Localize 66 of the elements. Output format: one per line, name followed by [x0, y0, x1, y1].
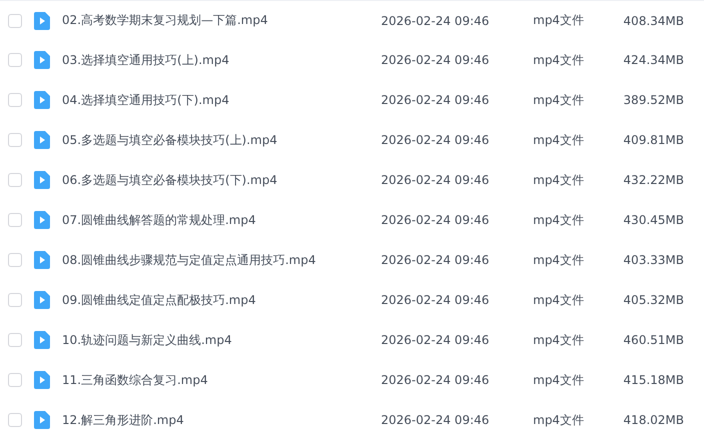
checkbox[interactable] [8, 293, 22, 307]
file-size: 424.34MB [622, 53, 684, 67]
modified-date: 2026-02-24 09:46 [381, 293, 490, 307]
modified-date: 2026-02-24 09:46 [381, 213, 490, 227]
checkbox[interactable] [8, 173, 22, 187]
file-type: mp4文件 [533, 52, 585, 68]
file-type: mp4文件 [533, 332, 585, 348]
file-name[interactable]: 03.选择填空通用技巧(上).mp4 [62, 52, 381, 68]
file-size: 403.33MB [622, 253, 684, 267]
file-type: mp4文件 [533, 412, 585, 428]
file-size: 389.52MB [622, 93, 684, 107]
file-name[interactable]: 08.圆锥曲线步骤规范与定值定点通用技巧.mp4 [62, 252, 381, 268]
file-name[interactable]: 06.多选题与填空必备模块技巧(下).mp4 [62, 172, 381, 188]
checkbox[interactable] [8, 373, 22, 387]
file-name[interactable]: 12.解三角形进阶.mp4 [62, 412, 381, 428]
file-type: mp4文件 [533, 212, 585, 228]
video-file-icon [34, 12, 50, 30]
checkbox[interactable] [8, 14, 22, 28]
file-size: 432.22MB [622, 173, 684, 187]
file-size: 430.45MB [622, 213, 684, 227]
modified-date: 2026-02-24 09:46 [381, 173, 490, 187]
checkbox[interactable] [8, 53, 22, 67]
file-size: 460.51MB [622, 333, 684, 347]
file-type: mp4文件 [533, 92, 585, 108]
modified-date: 2026-02-24 09:46 [381, 253, 490, 267]
checkbox[interactable] [8, 413, 22, 427]
checkbox[interactable] [8, 133, 22, 147]
video-file-icon [34, 251, 50, 269]
video-file-icon [34, 51, 50, 69]
video-file-icon [34, 371, 50, 389]
video-file-icon [34, 211, 50, 229]
modified-date: 2026-02-24 09:46 [381, 413, 490, 427]
file-type: mp4文件 [533, 12, 585, 29]
file-name[interactable]: 02.高考数学期末复习规划—下篇.mp4 [62, 12, 381, 29]
checkbox[interactable] [8, 93, 22, 107]
file-type: mp4文件 [533, 172, 585, 188]
checkbox[interactable] [8, 213, 22, 227]
video-file-icon [34, 331, 50, 349]
file-name[interactable]: 09.圆锥曲线定值定点配极技巧.mp4 [62, 292, 381, 308]
checkbox[interactable] [8, 333, 22, 347]
video-file-icon [34, 131, 50, 149]
file-name[interactable]: 11.三角函数综合复习.mp4 [62, 372, 381, 388]
checkbox[interactable] [8, 253, 22, 267]
video-file-icon [34, 91, 50, 109]
modified-date: 2026-02-24 09:46 [381, 93, 490, 107]
file-name[interactable]: 04.选择填空通用技巧(下).mp4 [62, 92, 381, 108]
video-file-icon [34, 291, 50, 309]
file-name[interactable]: 07.圆锥曲线解答题的常规处理.mp4 [62, 212, 381, 228]
modified-date: 2026-02-24 09:46 [381, 14, 490, 28]
file-type: mp4文件 [533, 292, 585, 308]
file-size: 415.18MB [622, 373, 684, 387]
modified-date: 2026-02-24 09:46 [381, 333, 490, 347]
file-size: 408.34MB [622, 14, 684, 28]
file-type: mp4文件 [533, 252, 585, 268]
video-file-icon [34, 171, 50, 189]
video-file-icon [34, 411, 50, 429]
file-size: 405.32MB [622, 293, 684, 307]
modified-date: 2026-02-24 09:46 [381, 133, 490, 147]
file-name[interactable]: 10.轨迹问题与新定义曲线.mp4 [62, 332, 381, 348]
file-type: mp4文件 [533, 372, 585, 388]
modified-date: 2026-02-24 09:46 [381, 53, 490, 67]
file-name[interactable]: 05.多选题与填空必备模块技巧(上).mp4 [62, 132, 381, 148]
file-size: 409.81MB [622, 133, 684, 147]
file-size: 418.02MB [622, 413, 684, 427]
modified-date: 2026-02-24 09:46 [381, 373, 490, 387]
file-type: mp4文件 [533, 132, 585, 148]
